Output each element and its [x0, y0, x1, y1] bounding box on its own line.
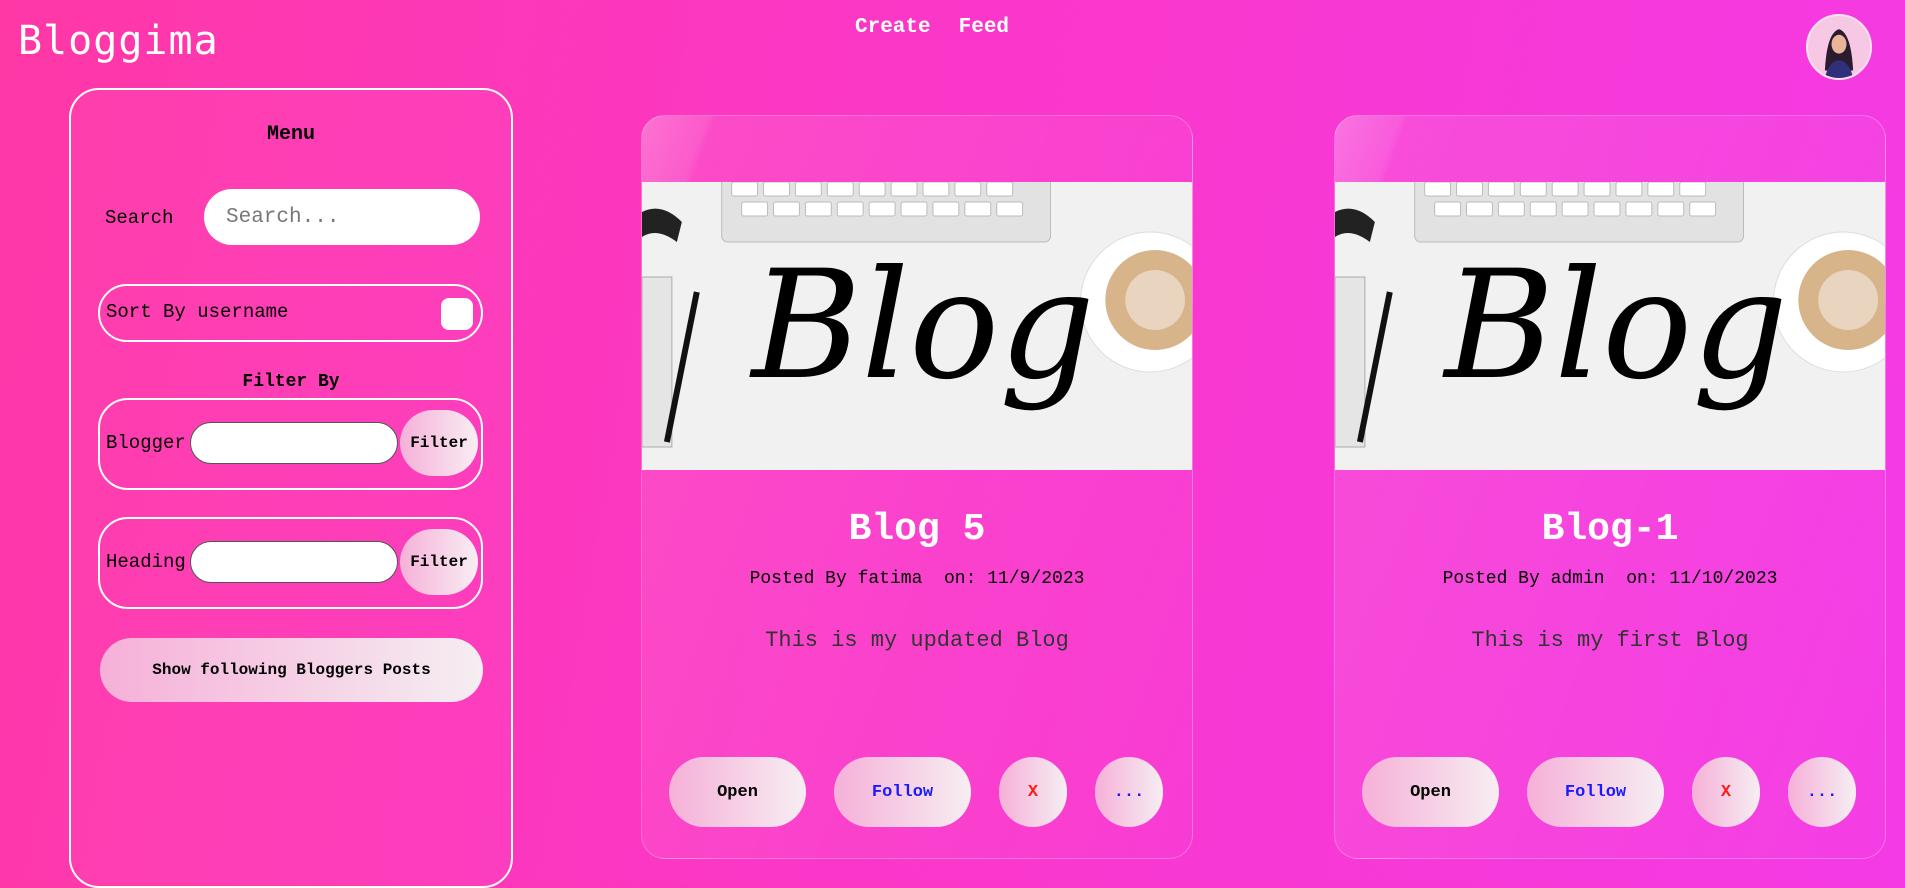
post-title: Blog 5	[848, 508, 986, 551]
blogger-filter-label: Blogger	[106, 432, 186, 454]
delete-button[interactable]: X	[999, 757, 1067, 827]
more-options-button[interactable]: ...	[1095, 757, 1163, 827]
heading-filter-button[interactable]: Filter	[400, 529, 478, 595]
delete-button[interactable]: X	[1692, 757, 1760, 827]
heading-filter-group: Heading Filter	[98, 517, 483, 609]
sort-by-username-toggle[interactable]: Sort By username	[98, 284, 483, 342]
open-button[interactable]: Open	[1362, 757, 1499, 827]
top-nav: Create Feed	[855, 16, 1009, 39]
nav-create-link[interactable]: Create	[855, 16, 931, 39]
post-body: This is my first Blog	[1471, 628, 1749, 653]
blog-cover-icon: Blog	[642, 182, 1192, 470]
blog-cover-image: Blog	[1335, 182, 1885, 470]
post-meta: Posted By fatima on: 11/9/2023	[749, 569, 1085, 589]
post-actions: Open Follow X ...	[669, 757, 1163, 827]
blog-card: Blog Blog 5 Posted By fatima on: 11/9/20…	[641, 115, 1193, 859]
post-body: This is my updated Blog	[765, 628, 1069, 653]
svg-text:Blog: Blog	[1442, 239, 1788, 413]
menu-title: Menu	[266, 123, 315, 146]
post-title: Blog-1	[1541, 508, 1679, 551]
sidebar-menu: Menu Search Sort By username Filter By B…	[69, 88, 513, 888]
follow-button[interactable]: Follow	[1527, 757, 1664, 827]
blog-cover-icon: Blog	[1335, 182, 1885, 470]
nav-feed-link[interactable]: Feed	[959, 16, 1009, 39]
search-label: Search	[105, 207, 174, 229]
filter-by-title: Filter By	[242, 372, 340, 392]
post-meta: Posted By admin on: 11/10/2023	[1442, 569, 1778, 589]
user-avatar[interactable]	[1806, 14, 1872, 80]
show-following-posts-button[interactable]: Show following Bloggers Posts	[100, 638, 483, 702]
heading-filter-input[interactable]	[190, 541, 398, 583]
heading-filter-label: Heading	[106, 551, 186, 573]
blogger-filter-button[interactable]: Filter	[400, 410, 478, 476]
more-options-button[interactable]: ...	[1788, 757, 1856, 827]
follow-button[interactable]: Follow	[834, 757, 971, 827]
blog-card: Blog Blog-1 Posted By admin on: 11/10/20…	[1334, 115, 1886, 859]
svg-text:Blog: Blog	[749, 239, 1095, 413]
sort-checkbox[interactable]	[441, 298, 473, 330]
avatar-icon	[1808, 16, 1870, 78]
sort-label: Sort By username	[106, 301, 289, 323]
search-input[interactable]	[204, 189, 480, 245]
blogger-filter-group: Blogger Filter	[98, 398, 483, 490]
app-logo: Bloggima	[18, 18, 219, 64]
blog-cover-image: Blog	[642, 182, 1192, 470]
post-actions: Open Follow X ...	[1362, 757, 1856, 827]
blogger-filter-input[interactable]	[190, 422, 398, 464]
open-button[interactable]: Open	[669, 757, 806, 827]
